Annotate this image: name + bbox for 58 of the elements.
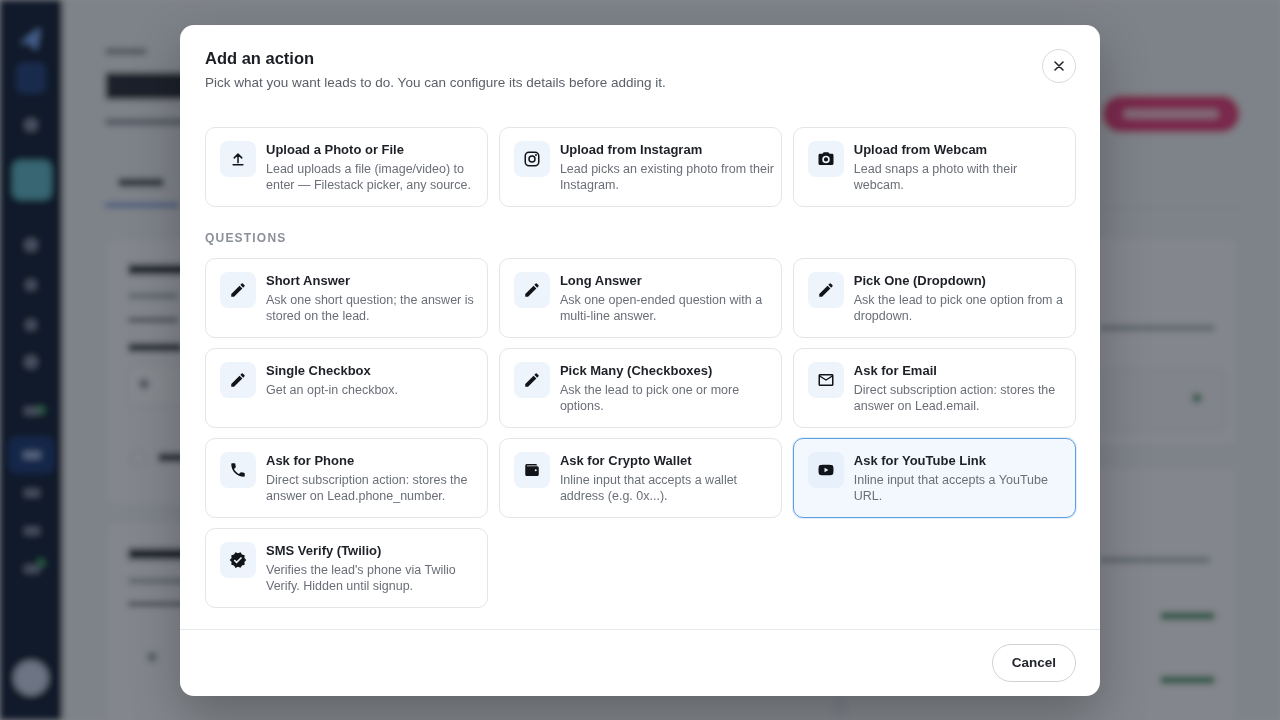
cancel-button[interactable]: Cancel xyxy=(991,643,1076,682)
action-description: Verifies the lead's phone via Twilio Verify. Hidden until signup. xyxy=(266,561,457,594)
action-title: Ask for Email xyxy=(853,361,938,380)
action-title: Upload from Instagram xyxy=(559,140,704,159)
action-card[interactable]: Long Answer Ask one open-ended question with a multi-line answer. xyxy=(498,257,783,338)
action-card[interactable]: Pick One (Dropdown) Ask the lead to pick one option from a dropdown. xyxy=(792,257,1077,338)
action-description: Direct subscription action: stores the answer on Lead.email. xyxy=(853,381,1057,414)
action-card[interactable]: Short Answer Ask one short question; the answer is stored on the lead. xyxy=(205,257,489,338)
pencil-icon xyxy=(513,361,550,398)
action-title: Pick One (Dropdown) xyxy=(853,271,987,290)
close-icon xyxy=(1054,61,1064,71)
camera-outline-icon xyxy=(513,140,550,177)
action-title: Ask for Crypto Wallet xyxy=(559,451,693,470)
action-title: Ask for YouTube Link xyxy=(853,451,987,470)
action-description: Ask the lead to pick one or more options. xyxy=(559,381,741,414)
action-description: Ask one open-ended question with a multi-line answer. xyxy=(559,291,764,324)
action-title: Ask for Phone xyxy=(266,451,356,470)
action-title: Long Answer xyxy=(559,271,643,290)
action-title: Upload a Photo or File xyxy=(266,140,405,159)
pencil-icon xyxy=(513,271,550,308)
action-card[interactable]: Upload from Webcam Lead snaps a photo with their webcam. xyxy=(792,126,1077,207)
action-card[interactable]: SMS Verify (Twilio) Verifies the lead's phone via Twilio Verify. Hidden until signup. xyxy=(205,527,489,608)
close-button[interactable] xyxy=(1042,49,1076,83)
envelope-icon xyxy=(807,361,844,398)
action-card[interactable]: Upload a Photo or File Lead uploads a file (image/video) to enter — Filestack picker, any source. xyxy=(205,126,489,207)
phone-icon xyxy=(220,451,256,488)
play-button-icon xyxy=(807,451,844,488)
action-description: Get an opt-in checkbox. xyxy=(266,381,400,398)
wallet-icon xyxy=(513,451,550,488)
pencil-icon xyxy=(807,271,844,308)
action-card[interactable]: Ask for Phone Direct subscription action: stores the answer on Lead.phone_number. xyxy=(205,437,489,518)
action-card[interactable]: Upload from Instagram Lead picks an existing photo from their Instagram. xyxy=(498,126,783,207)
pencil-icon xyxy=(220,271,256,308)
badge-check-icon xyxy=(220,541,256,578)
action-description: Ask the lead to pick one option from a dropdown. xyxy=(853,291,1064,324)
section-heading: QUESTIONS xyxy=(205,229,288,246)
action-title: Short Answer xyxy=(266,271,352,290)
action-description: Lead uploads a file (image/video) to enter — Filestack picker, any source. xyxy=(266,160,472,193)
action-title: Upload from Webcam xyxy=(853,140,989,159)
action-description: Direct subscription action: stores the answer on Lead.phone_number. xyxy=(266,471,469,504)
action-description: Lead picks an existing photo from their Instagram. xyxy=(559,160,775,193)
action-card[interactable]: Ask for Email Direct subscription action: stores the answer on Lead.email. xyxy=(792,347,1077,428)
action-card[interactable]: Single Checkbox Get an opt-in checkbox. xyxy=(205,347,489,428)
action-card[interactable]: Pick Many (Checkboxes) Ask the lead to pick one or more options. xyxy=(498,347,783,428)
dialog-title: Add an action xyxy=(205,47,316,69)
dialog-subtitle: Pick what you want leads to do. You can configure its details before adding it. xyxy=(205,73,666,92)
action-title: Pick Many (Checkboxes) xyxy=(559,361,714,380)
action-description: Ask one short question; the answer is stored on the lead. xyxy=(266,291,475,324)
action-description: Inline input that accepts a wallet address (e.g. 0x...). xyxy=(559,471,739,504)
action-title: SMS Verify (Twilio) xyxy=(266,541,383,560)
camera-icon xyxy=(807,140,844,177)
upload-icon xyxy=(220,140,256,177)
action-title: Single Checkbox xyxy=(266,361,372,380)
action-card[interactable]: Ask for YouTube Link Inline input that accepts a YouTube URL. xyxy=(792,437,1077,518)
action-card[interactable]: Ask for Crypto Wallet Inline input that accepts a wallet address (e.g. 0x...). xyxy=(498,437,783,518)
action-description: Inline input that accepts a YouTube URL. xyxy=(853,471,1049,504)
pencil-icon xyxy=(220,361,256,398)
action-description: Lead snaps a photo with their webcam. xyxy=(853,160,1019,193)
